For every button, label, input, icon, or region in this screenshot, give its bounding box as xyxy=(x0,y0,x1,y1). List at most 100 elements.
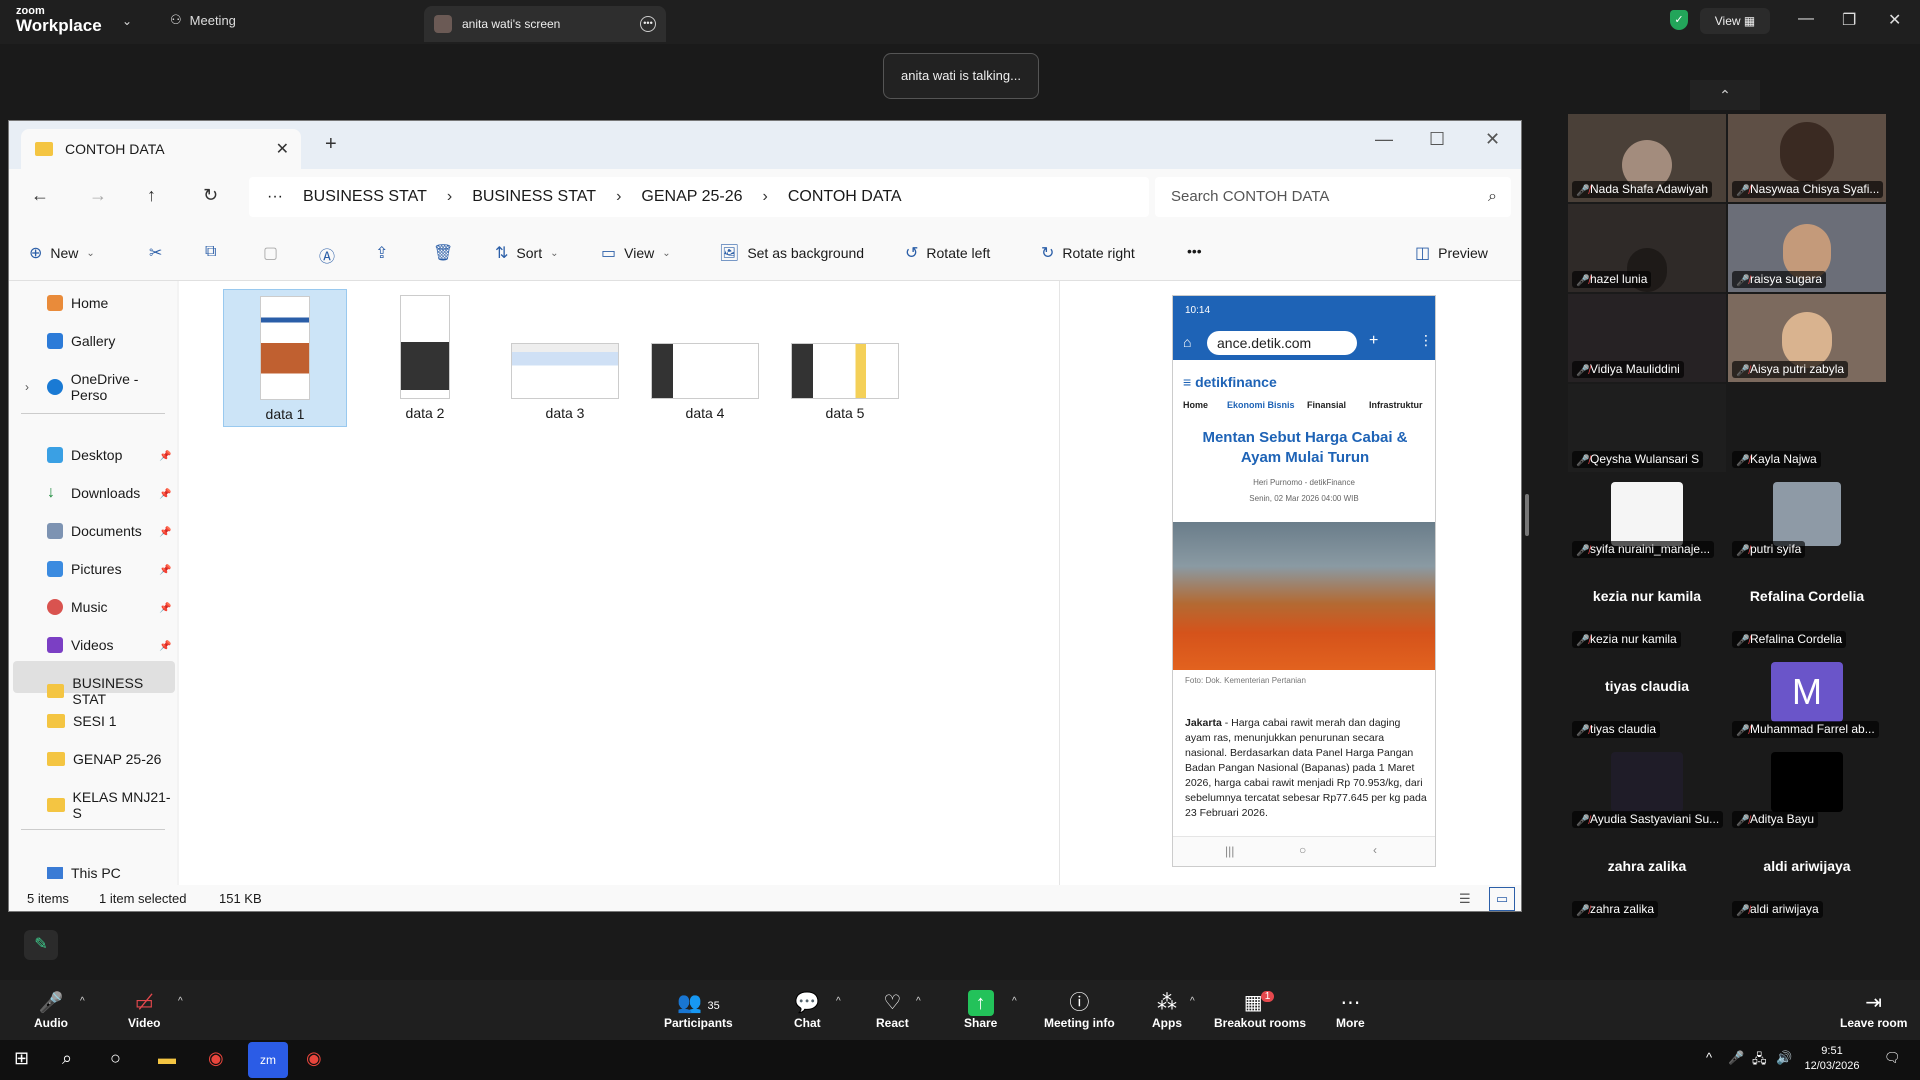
participant-tile[interactable]: tiyas claudia 🎤̸ tiyas claudia xyxy=(1568,654,1726,742)
sidebar-item-videos[interactable]: Videos xyxy=(47,637,114,653)
participant-tile[interactable]: 🎤̸ Aisya putri zabyla xyxy=(1728,294,1886,382)
forward-icon[interactable]: → xyxy=(89,185,107,206)
copy-button[interactable]: ⧉ xyxy=(205,243,216,261)
video-options-caret[interactable]: ^ xyxy=(178,996,183,1007)
chat-button[interactable]: 💬 Chat xyxy=(794,990,821,1030)
sort-button[interactable]: ⇅ Sort ⌄ xyxy=(495,243,558,263)
sidebar-item-pictures[interactable]: Pictures xyxy=(47,561,122,577)
participant-tile[interactable]: 🎤̸ syifa nuraini_manaje... xyxy=(1568,474,1726,562)
file-item[interactable]: data 1 xyxy=(223,289,347,427)
shield-icon[interactable]: ✓ xyxy=(1670,10,1688,30)
clock[interactable]: 9:51 12/03/2026 xyxy=(1800,1044,1864,1074)
rotate-right-button[interactable]: ↻ Rotate right xyxy=(1041,243,1135,263)
audio-options-caret[interactable]: ^ xyxy=(80,996,85,1007)
participant-tile[interactable]: 🎤̸ raisya sugara xyxy=(1728,204,1886,292)
minimize-icon[interactable]: — xyxy=(1375,129,1393,150)
participants-button[interactable]: 👥 35 Participants xyxy=(664,990,733,1030)
annotate-icon[interactable]: ✎ xyxy=(24,930,58,960)
share-options-caret[interactable]: ^ xyxy=(1012,996,1017,1007)
sidebar-item-downloads[interactable]: ↓ Downloads xyxy=(47,485,140,502)
new-tab-icon[interactable]: + xyxy=(325,133,337,156)
cut-button[interactable]: ✂ xyxy=(149,243,162,263)
volume-icon[interactable]: 🔊 xyxy=(1776,1050,1792,1066)
breadcrumb-item[interactable]: BUSINESS STAT xyxy=(303,188,427,206)
sidebar-item-music[interactable]: Music xyxy=(47,599,108,615)
chevron-down-icon[interactable]: ⌄ xyxy=(122,14,132,28)
task-view-icon[interactable]: ○ xyxy=(110,1048,121,1069)
file-item[interactable]: data 2 xyxy=(363,289,487,427)
sidebar-item-gallery[interactable]: Gallery xyxy=(47,333,115,349)
tiles-view-icon[interactable]: ▭ xyxy=(1489,887,1515,911)
participant-tile[interactable]: 🎤̸ Aditya Bayu xyxy=(1728,744,1886,832)
close-tab-icon[interactable]: ✕ xyxy=(276,139,289,159)
chevron-right-icon[interactable]: › xyxy=(25,380,29,394)
participant-tile[interactable]: aldi ariwijaya 🎤̸ aldi ariwijaya xyxy=(1728,834,1886,922)
view-button[interactable]: ▭ View ⌄ xyxy=(601,243,671,263)
paste-button[interactable]: ▢ xyxy=(263,243,278,263)
sidebar-item-documents[interactable]: Documents xyxy=(47,523,142,539)
sidebar-item-this-pc[interactable]: This PC xyxy=(47,867,121,879)
sidebar-item-kelas[interactable]: KELAS MNJ21-S xyxy=(47,789,177,821)
meeting-info-button[interactable]: ⓘ Meeting info xyxy=(1044,990,1115,1030)
rotate-left-button[interactable]: ↺ Rotate left xyxy=(905,243,990,263)
explorer-tab[interactable]: CONTOH DATA ✕ xyxy=(21,129,301,169)
zoom-taskbar-icon[interactable]: zm xyxy=(248,1042,288,1078)
breadcrumb[interactable]: ··· BUSINESS STAT › BUSINESS STAT › GENA… xyxy=(249,177,1149,217)
breadcrumb-item[interactable]: BUSINESS STAT xyxy=(472,188,596,206)
set-background-button[interactable]: 🖼 Set as background xyxy=(719,243,864,263)
apps-options-caret[interactable]: ^ xyxy=(1190,996,1195,1007)
delete-button[interactable]: 🗑 xyxy=(433,243,453,263)
new-button[interactable]: ⊕ New ⌄ xyxy=(29,243,95,263)
chrome-icon[interactable]: ◉ xyxy=(208,1048,224,1069)
participant-tile[interactable]: 🎤̸ Nasywaa Chisya Syafi... xyxy=(1728,114,1886,202)
windows-start-icon[interactable]: ⊞ xyxy=(14,1048,29,1069)
maximize-icon[interactable]: ☐ xyxy=(1429,129,1445,150)
screen-share-tab[interactable]: anita wati's screen ••• xyxy=(424,6,666,42)
participant-tile[interactable]: 🎤̸ putri syifa xyxy=(1728,474,1886,562)
restore-icon[interactable]: ❐ xyxy=(1842,10,1856,30)
collapse-gallery-button[interactable]: ⌃ xyxy=(1690,80,1760,110)
file-explorer-icon[interactable]: ▬ xyxy=(158,1048,176,1069)
view-button[interactable]: View ▦ xyxy=(1700,8,1770,34)
breadcrumb-item[interactable]: CONTOH DATA xyxy=(788,188,902,206)
breakout-rooms-button[interactable]: ▦ 1 Breakout rooms xyxy=(1214,990,1306,1030)
refresh-icon[interactable]: ↻ xyxy=(203,185,218,206)
breadcrumb-item[interactable]: GENAP 25-26 xyxy=(641,188,742,206)
participant-tile[interactable]: 🎤̸ Kayla Najwa xyxy=(1728,384,1886,472)
tray-chevron-icon[interactable]: ^ xyxy=(1706,1050,1712,1065)
sidebar-item-business-stat[interactable]: BUSINESS STAT xyxy=(47,675,177,707)
apps-button[interactable]: ⁂ Apps xyxy=(1152,990,1182,1030)
file-item[interactable]: data 5 xyxy=(783,289,907,427)
leave-room-button[interactable]: ⇥ Leave room xyxy=(1840,990,1907,1030)
share-button[interactable]: ↑ Share xyxy=(964,990,997,1030)
chat-options-caret[interactable]: ^ xyxy=(836,996,841,1007)
video-button[interactable]: ▭̸ Video xyxy=(128,990,160,1030)
participant-tile[interactable]: M 🎤̸ Muhammad Farrel ab... xyxy=(1728,654,1886,742)
up-icon[interactable]: ↑ xyxy=(147,185,156,206)
share-button[interactable]: ⇪ xyxy=(375,243,388,263)
sidebar-item-desktop[interactable]: Desktop xyxy=(47,447,122,463)
more-options-icon[interactable]: ••• xyxy=(640,16,656,32)
close-icon[interactable]: ✕ xyxy=(1485,129,1500,150)
sidebar-item-sesi-1[interactable]: SESI 1 xyxy=(47,713,117,729)
react-button[interactable]: ♡ React xyxy=(876,990,909,1030)
audio-button[interactable]: 🎤 Audio xyxy=(34,990,68,1030)
participant-tile[interactable]: kezia nur kamila 🎤̸ kezia nur kamila xyxy=(1568,564,1726,652)
participant-tile[interactable]: 🎤̸ Qeysha Wulansari S xyxy=(1568,384,1726,472)
preview-button[interactable]: ◫ Preview xyxy=(1415,243,1488,263)
close-icon[interactable]: ✕ xyxy=(1888,10,1901,30)
sidebar-item-home[interactable]: Home xyxy=(47,295,108,311)
file-item[interactable]: data 3 xyxy=(503,289,627,427)
minimize-icon[interactable]: — xyxy=(1798,10,1814,28)
more-button[interactable]: ⋯ More xyxy=(1336,990,1365,1030)
participant-tile[interactable]: 🎤̸ Ayudia Sastyaviani Su... xyxy=(1568,744,1726,832)
network-icon[interactable]: 🖧 xyxy=(1752,1050,1767,1072)
microphone-icon[interactable]: 🎤 xyxy=(1728,1050,1744,1066)
participant-tile[interactable]: 🎤̸ Vidiya Mauliddini xyxy=(1568,294,1726,382)
react-options-caret[interactable]: ^ xyxy=(916,996,921,1007)
more-locations-icon[interactable]: ··· xyxy=(267,188,283,206)
participant-tile[interactable]: Refalina Cordelia 🎤̸ Refalina Cordelia xyxy=(1728,564,1886,652)
rename-button[interactable]: Ⓐ xyxy=(319,243,335,267)
search-input[interactable]: Search CONTOH DATA ⌕ xyxy=(1155,177,1511,217)
details-view-icon[interactable]: ☰ xyxy=(1459,885,1471,911)
